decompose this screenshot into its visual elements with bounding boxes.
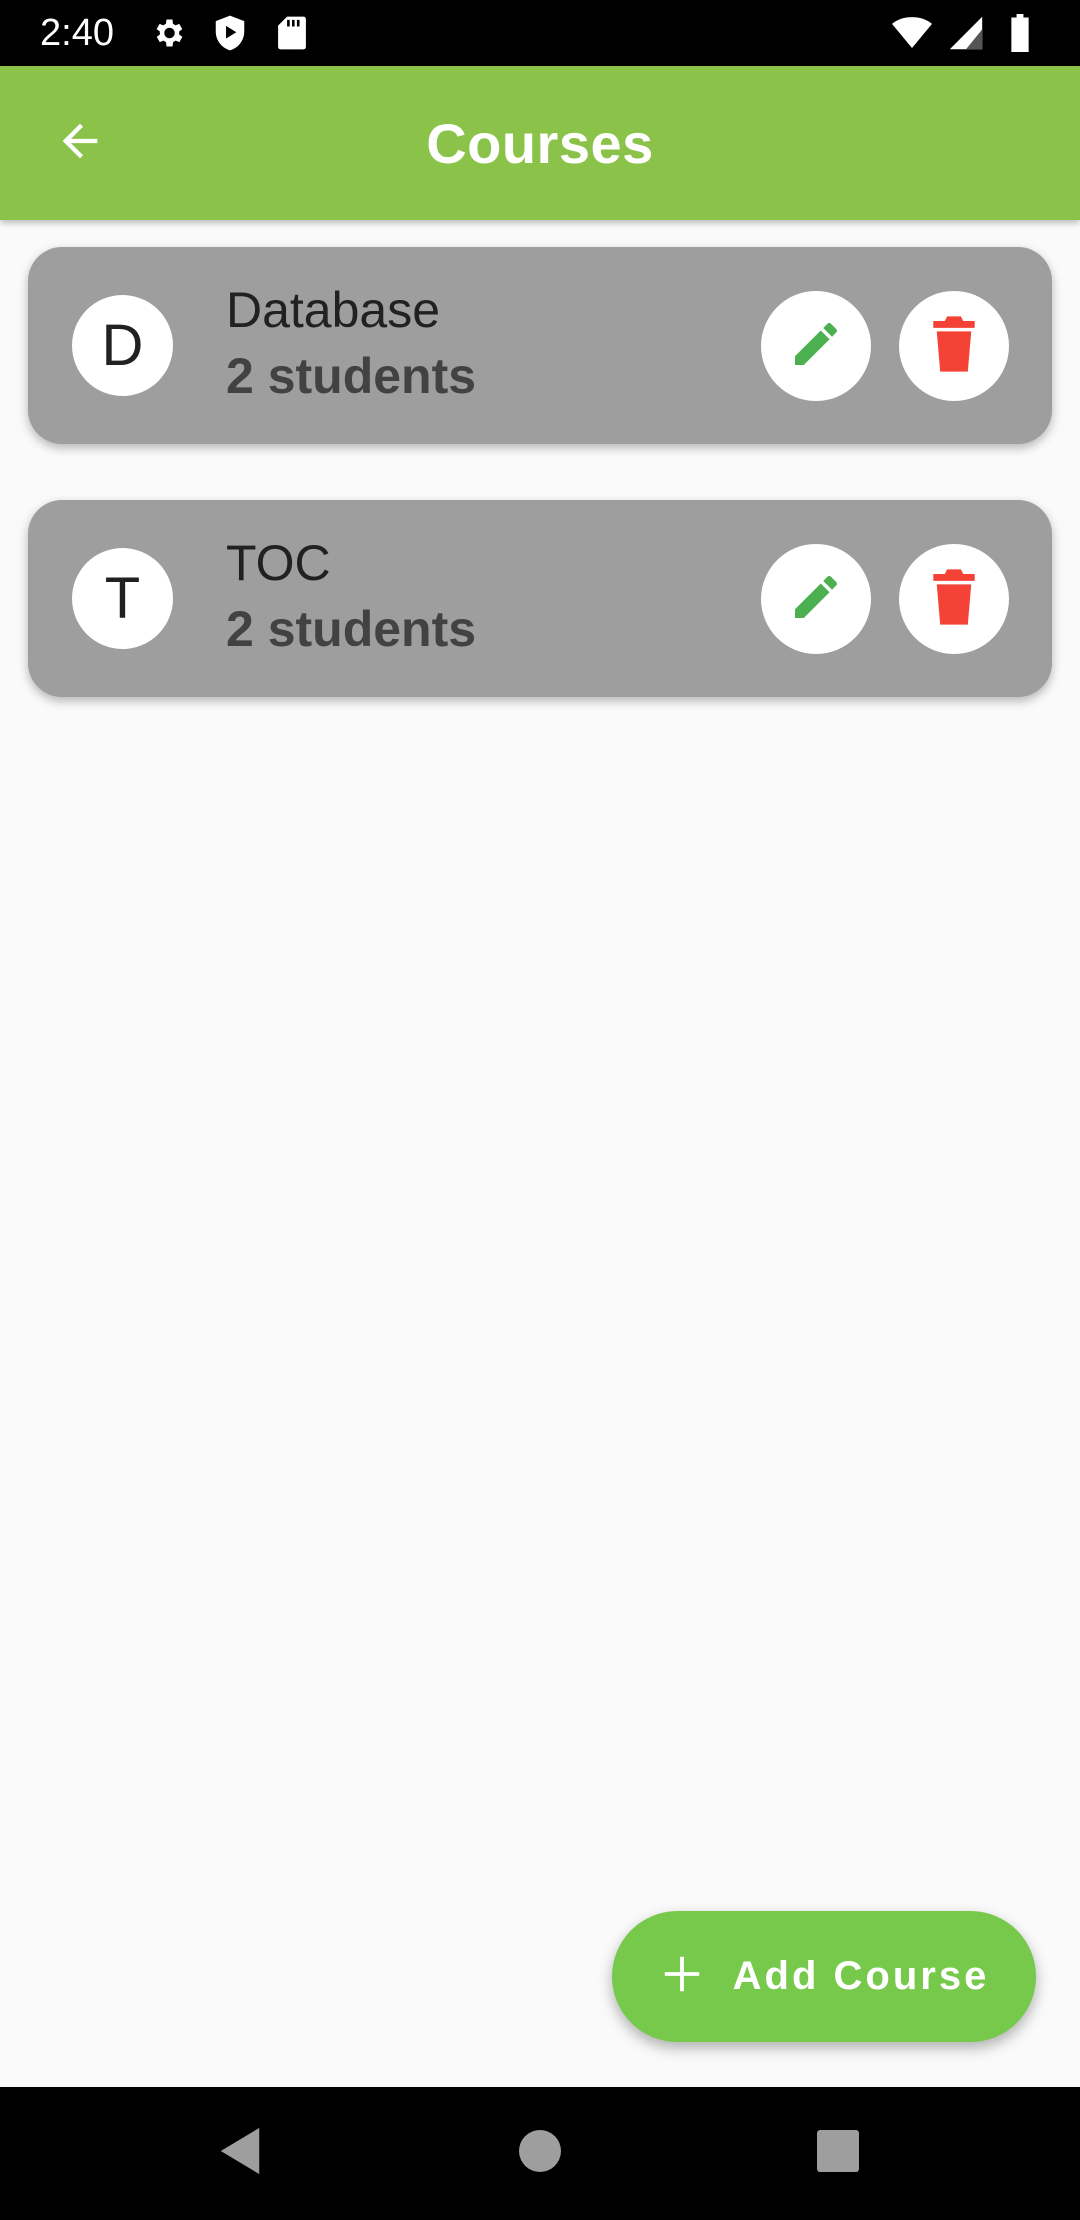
app-bar: Courses bbox=[0, 66, 1080, 220]
nav-recents-button[interactable] bbox=[805, 2120, 871, 2186]
course-avatar: D bbox=[72, 295, 173, 396]
back-button[interactable] bbox=[40, 103, 120, 183]
course-card-database[interactable]: D Database 2 students bbox=[28, 247, 1052, 444]
gear-icon bbox=[148, 13, 188, 53]
screen: 2:40 Courses D Database 2 students T TOC… bbox=[0, 0, 1080, 2220]
system-nav-bar bbox=[0, 2087, 1080, 2220]
delete-course-button[interactable] bbox=[899, 291, 1009, 401]
wifi-icon bbox=[892, 13, 932, 53]
status-right-icons bbox=[878, 13, 1040, 53]
shield-play-icon bbox=[210, 13, 250, 53]
status-time: 2:40 bbox=[40, 11, 114, 54]
course-name: Database bbox=[226, 282, 441, 338]
status-bar: 2:40 bbox=[0, 0, 1080, 66]
page-title: Courses bbox=[426, 111, 654, 175]
pencil-icon bbox=[788, 569, 844, 630]
course-name: TOC bbox=[226, 535, 331, 591]
course-student-count: 2 students bbox=[226, 348, 477, 404]
plus-icon bbox=[659, 1951, 705, 2002]
trash-icon bbox=[931, 568, 977, 630]
trash-icon bbox=[931, 315, 977, 377]
sd-card-icon bbox=[272, 13, 312, 53]
course-avatar: T bbox=[72, 548, 173, 649]
arrow-left-icon bbox=[54, 115, 106, 172]
course-card-toc[interactable]: T TOC 2 students bbox=[28, 500, 1052, 697]
back-triangle-icon bbox=[218, 2126, 262, 2181]
nav-home-button[interactable] bbox=[507, 2120, 573, 2186]
delete-course-button[interactable] bbox=[899, 544, 1009, 654]
home-circle-icon bbox=[519, 2129, 561, 2177]
recents-square-icon bbox=[817, 2129, 859, 2177]
cell-signal-icon bbox=[946, 13, 986, 53]
add-course-label: Add Course bbox=[732, 1954, 990, 1998]
course-student-count: 2 students bbox=[226, 601, 477, 657]
edit-course-button[interactable] bbox=[761, 291, 871, 401]
add-course-button[interactable]: Add Course bbox=[612, 1911, 1036, 2042]
pencil-icon bbox=[788, 316, 844, 377]
battery-icon bbox=[1000, 13, 1040, 53]
edit-course-button[interactable] bbox=[761, 544, 871, 654]
nav-back-button[interactable] bbox=[207, 2120, 273, 2186]
